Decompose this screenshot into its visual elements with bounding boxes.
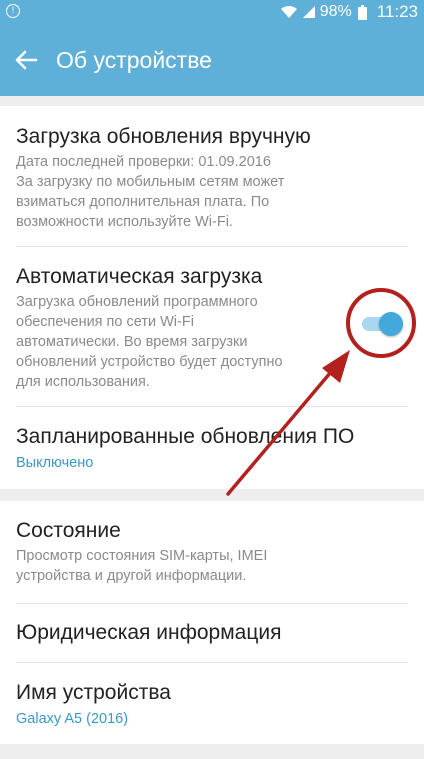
arrow-left-icon[interactable] <box>12 46 40 74</box>
item-title: Автоматическая загрузка <box>16 265 263 288</box>
item-value: Galaxy A5 (2016) <box>16 711 129 727</box>
legal-info-item[interactable]: Юридическая информация <box>0 604 424 662</box>
clock: 11:23 <box>376 2 418 21</box>
device-name-item[interactable]: Имя устройства Galaxy A5 (2016) <box>0 663 424 744</box>
item-subtitle-line: для использования. <box>16 374 150 390</box>
item-subtitle-line: обновлений устройство будет доступно <box>16 354 283 370</box>
item-title: Имя устройства <box>16 681 171 704</box>
section-spacer <box>0 744 424 759</box>
page-title: Об устройстве <box>56 47 212 73</box>
scheduled-updates-item[interactable]: Запланированные обновления ПО Выключено <box>0 407 424 489</box>
circle-alert-icon: ! <box>6 4 20 18</box>
wifi-icon <box>280 5 297 18</box>
battery-icon <box>357 4 367 20</box>
item-subtitle-line: Загрузка обновлений программного <box>16 294 258 310</box>
item-subtitle-line: возможности используйте Wi-Fi. <box>16 214 233 230</box>
item-title: Загрузка обновления вручную <box>16 125 311 148</box>
app-bar: Об устройстве <box>0 24 424 96</box>
manual-update-item[interactable]: Загрузка обновления вручную Дата последн… <box>0 106 424 246</box>
item-title: Запланированные обновления ПО <box>16 425 355 448</box>
item-subtitle-line: Дата последней проверки: 01.09.2016 <box>16 154 271 170</box>
item-subtitle-line: устройства и другой информации. <box>16 568 247 584</box>
item-title: Состояние <box>16 519 121 542</box>
status-bar: ! 98% 11:23 <box>0 0 424 24</box>
annotation-circle <box>346 288 416 358</box>
status-icons: 98% 11:23 <box>280 0 418 24</box>
item-subtitle-line: За загрузку по мобильным сетям может <box>16 174 285 190</box>
status-item[interactable]: Состояние Просмотр состояния SIM-карты, … <box>0 501 424 603</box>
section-spacer <box>0 96 424 106</box>
item-subtitle-line: взиматься дополнительная плата. По <box>16 194 270 210</box>
item-subtitle-line: автоматически. Во время загрузки <box>16 334 248 350</box>
signal-icon <box>302 6 315 18</box>
battery-percent: 98% <box>319 3 352 20</box>
section-spacer <box>0 489 424 501</box>
item-subtitle-line: Просмотр состояния SIM-карты, IMEI <box>16 548 268 564</box>
item-title: Юридическая информация <box>16 621 282 644</box>
item-value: Выключено <box>16 455 94 471</box>
item-subtitle-line: обеспечения по сети Wi-Fi <box>16 314 194 330</box>
